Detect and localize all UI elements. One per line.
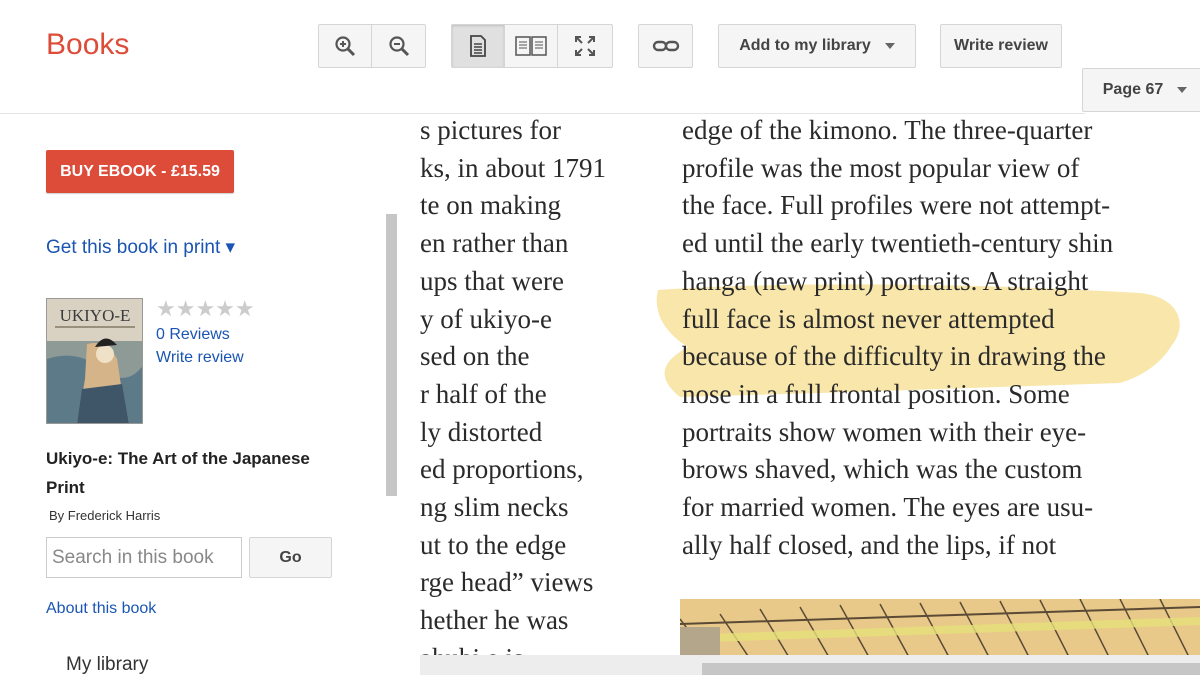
add-to-library-label: Add to my library (739, 37, 871, 54)
write-review-link[interactable]: Write review (156, 349, 244, 367)
text-line: nose in a full frontal position. Some (682, 378, 1070, 409)
write-review-label: Write review (954, 37, 1048, 54)
book-cover[interactable]: UKIYO-E (46, 298, 143, 424)
book-cover-image: UKIYO-E (47, 299, 142, 423)
scrollbar-thumb[interactable] (702, 663, 1200, 675)
header-divider (0, 113, 1085, 114)
go-label: Go (279, 548, 302, 566)
text-line: ly distorted (420, 416, 543, 447)
view-mode-group (451, 24, 613, 68)
text-line: ut to the edge (420, 529, 567, 560)
text-line: ng slim necks (420, 492, 569, 522)
write-review-button[interactable]: Write review (940, 24, 1062, 68)
about-book-link[interactable]: About this book (46, 600, 156, 618)
text-line: ks, in about 1791 (420, 152, 606, 183)
page-illustration (680, 599, 1200, 655)
text-line: portraits show women with their eye- (682, 416, 1087, 447)
zoom-in-button[interactable] (319, 25, 372, 67)
text-line: ed until the early twentieth-century shi… (682, 228, 1114, 259)
text-line: ed proportions, (420, 454, 584, 485)
text-line: ups that were (420, 265, 564, 296)
cover-title: UKIYO-E (60, 306, 131, 325)
chevron-down-icon (1177, 87, 1188, 93)
horizontal-scrollbar[interactable] (420, 655, 1200, 675)
book-title: Ukiyo-e: The Art of the Japanese Print (46, 449, 310, 497)
books-logo[interactable]: Books (46, 28, 129, 62)
single-page-button[interactable] (452, 25, 505, 67)
zoom-out-icon (388, 36, 409, 57)
two-page-icon (515, 36, 547, 56)
text-line: for married women. The eyes are usu- (682, 492, 1094, 522)
single-page-icon (470, 35, 486, 57)
text-line: because of the difficulty in drawing the (682, 341, 1106, 372)
search-in-book-input[interactable]: Search in this book (46, 537, 242, 578)
text-line: s pictures for (420, 115, 561, 145)
text-line: edge of the kimono. The three-quarter (682, 115, 1093, 145)
page-select-label: Page 67 (1102, 81, 1164, 98)
fullscreen-button[interactable] (558, 25, 611, 67)
text-line: the face. Full profiles were not attempt… (682, 190, 1111, 221)
book-author: By Frederick Harris (49, 508, 161, 523)
two-page-button[interactable] (505, 25, 558, 67)
add-to-library-button[interactable]: Add to my library (718, 24, 916, 68)
link-button[interactable] (638, 24, 693, 68)
chevron-down-icon (884, 43, 895, 49)
go-button[interactable]: Go (249, 537, 332, 578)
text-line: ahubi e is (420, 643, 523, 655)
text-line: rge head” views (420, 567, 594, 598)
page-select[interactable]: Page 67 (1082, 68, 1200, 112)
text-line: hether he was (420, 605, 569, 636)
text-line: en rather than (420, 228, 569, 259)
zoom-out-button[interactable] (372, 25, 425, 67)
text-line: te on making (420, 190, 561, 221)
text-line: sed on the (420, 341, 530, 372)
link-icon (652, 40, 679, 52)
text-line: brows shaved, which was the custom (682, 454, 1083, 485)
reviews-link[interactable]: 0 Reviews (156, 326, 230, 344)
text-line: profile was the most popular view of (682, 152, 1080, 183)
text-line: y of ukiyo-e (420, 303, 552, 334)
text-line: ally half closed, and the lips, if not (682, 529, 1057, 560)
buy-ebook-button[interactable]: BUY EBOOK - £15.59 (46, 150, 234, 193)
fullscreen-icon (574, 36, 595, 56)
zoom-group (318, 24, 426, 68)
my-library-link[interactable]: My library (66, 654, 148, 676)
rating-stars[interactable]: ★★★★★ (156, 296, 255, 322)
sidebar-scrollbar[interactable] (386, 214, 397, 496)
book-page: s pictures for ks, in about 1791 te on mak… (420, 115, 1200, 655)
text-line: full face is almost never attempted (682, 303, 1055, 334)
zoom-in-icon (335, 36, 356, 57)
text-line: hanga (new print) portraits. A straight (682, 265, 1089, 296)
text-line: r half of the (420, 378, 547, 409)
get-in-print-link[interactable]: Get this book in print ▾ (46, 236, 235, 259)
